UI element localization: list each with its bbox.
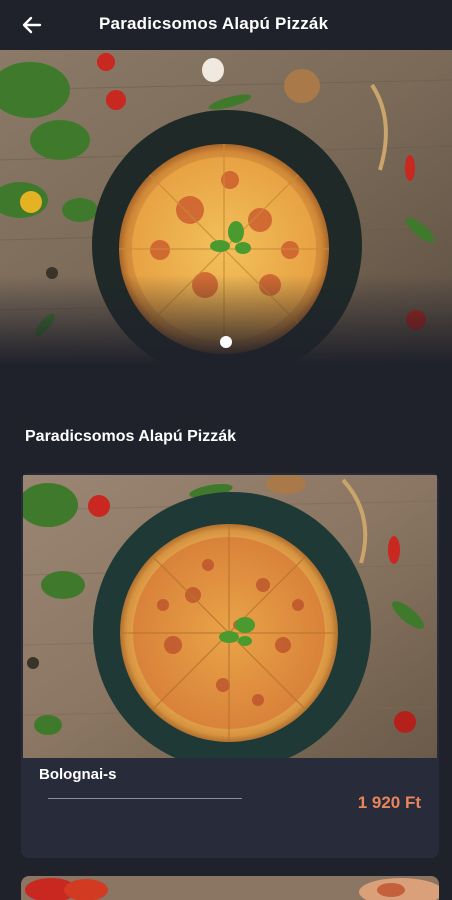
product-image <box>23 475 437 758</box>
section-title: Paradicsomos Alapú Pizzák <box>25 428 237 445</box>
carousel-indicator-dot[interactable] <box>220 336 232 348</box>
next-product-image <box>21 876 439 900</box>
back-button[interactable] <box>16 10 48 40</box>
product-card[interactable]: Bolognai-s 1 920 Ft <box>21 473 439 858</box>
product-price: 1 920 Ft <box>357 793 421 812</box>
top-app-bar: Paradicsomos Alapú Pizzák <box>0 0 452 50</box>
hero-carousel[interactable] <box>0 50 452 365</box>
bolognese-pizza-image <box>23 475 437 758</box>
arrow-left-icon <box>22 16 42 34</box>
page-title: Paradicsomos Alapú Pizzák <box>99 14 329 33</box>
next-product-card[interactable] <box>21 876 439 900</box>
divider <box>48 798 242 799</box>
hero-fade-overlay <box>0 275 452 365</box>
product-name: Bolognai-s <box>39 766 117 783</box>
